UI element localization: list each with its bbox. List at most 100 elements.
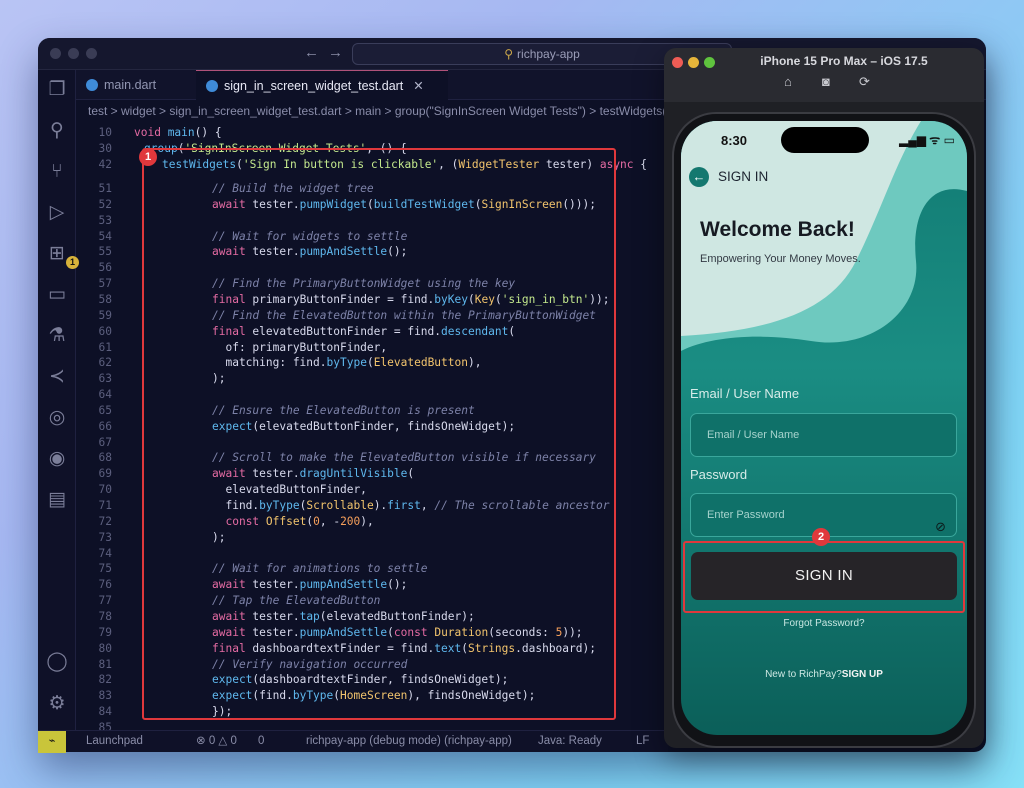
line-number: 84 (98, 705, 112, 719)
line-number: 59 (98, 308, 112, 322)
ports-item[interactable]: 0 (258, 731, 264, 752)
line-number: 55 (98, 245, 112, 259)
line-number: 30 (98, 142, 112, 155)
line-number: 53 (98, 213, 112, 227)
app-screen: 8:30 ▂▄▆ ᯤ ▭ ← SIGN IN Welcome Back! Emp… (681, 121, 967, 735)
line-number: 73 (98, 530, 112, 544)
line-number: 52 (98, 197, 112, 211)
minimize-window-button[interactable] (68, 48, 79, 59)
line-number: 67 (98, 435, 112, 449)
line-number: 69 (98, 467, 112, 481)
account-icon[interactable]: ◯ (45, 650, 69, 674)
sign-up-link[interactable]: SIGN UP (842, 669, 883, 680)
problems-item[interactable]: ⊗ 0 △ 0 (196, 731, 237, 752)
dart-file-icon (86, 79, 98, 91)
screen-title: SIGN IN (718, 169, 769, 184)
launchpad-item[interactable]: Launchpad (86, 731, 143, 752)
password-label: Password (690, 467, 748, 482)
marker-2: 2 (812, 528, 830, 546)
status-bar: ⌁ Launchpad ⊗ 0 △ 0 0 richpay-app (debug… (38, 730, 668, 753)
line-number: 10 (98, 126, 112, 139)
line-number: 64 (98, 388, 112, 402)
close-window-button[interactable] (50, 48, 61, 59)
line-number: 72 (98, 514, 112, 528)
line-number: 76 (98, 578, 112, 592)
breadcrumb[interactable]: test > widget > sign_in_screen_widget_te… (88, 102, 688, 122)
line-number: 62 (98, 356, 112, 370)
activity-bar: ❐ ⚲ ⑂ ▷ ⊞ 1 ▭ ⚗ ≺ ◎ ◉ ▤ ◯ ⚙ (38, 70, 79, 730)
extensions-icon[interactable]: ⊞ 1 (45, 242, 79, 269)
search-icon[interactable]: ⚲ (45, 119, 69, 143)
zoom-window-button[interactable] (86, 48, 97, 59)
button-highlight-box (683, 541, 965, 613)
search-icon: ⚲ (504, 47, 514, 61)
email-label: Email / User Name (690, 386, 800, 401)
marker-1: 1 (139, 148, 157, 166)
email-field[interactable]: Email / User Name (690, 413, 957, 457)
line-number: 58 (98, 292, 112, 306)
line-number: 63 (98, 372, 112, 386)
line-number: 82 (98, 673, 112, 687)
github-icon[interactable]: ◉ (45, 447, 69, 471)
back-arrow-icon[interactable]: ← (304, 44, 319, 61)
welcome-heading: Welcome Back! (700, 218, 855, 241)
line-number: 66 (98, 419, 112, 433)
close-tab-icon[interactable]: ✕ (413, 79, 423, 93)
line-number: 77 (98, 594, 112, 608)
line-number: 71 (98, 499, 112, 512)
dart-file-icon (206, 80, 218, 92)
new-to-text: New to RichPay? (765, 669, 842, 680)
forgot-password-link[interactable]: Forgot Password? (681, 618, 967, 629)
status-time: 8:30 (721, 133, 748, 148)
gitlens-icon[interactable]: ◎ (45, 406, 69, 430)
files-icon[interactable]: ❐ (45, 78, 69, 102)
sim-close-button[interactable] (672, 57, 683, 68)
run-debug-icon[interactable]: ▷ (45, 201, 69, 225)
testing-icon[interactable]: ⚗ (45, 324, 69, 348)
line-number: 57 (98, 277, 112, 291)
simulator-title-bar: iPhone 15 Pro Max – iOS 17.5 ⌂ ◙ ⟳ (664, 48, 984, 102)
screenshot-icon[interactable]: ◙ (822, 74, 830, 89)
line-number: 75 (98, 562, 112, 576)
sim-minimize-button[interactable] (688, 57, 699, 68)
simulator-title: iPhone 15 Pro Max – iOS 17.5 (760, 54, 928, 68)
flutter-icon[interactable]: ≺ (45, 365, 69, 389)
settings-icon[interactable]: ⚙ (45, 692, 69, 716)
code-line: void main() { (134, 126, 222, 139)
java-status-item[interactable]: Java: Ready (538, 731, 602, 752)
line-number: 65 (98, 403, 112, 417)
back-arrow-icon[interactable]: ← (689, 167, 709, 187)
header-wave (681, 121, 967, 351)
folder-icon[interactable]: ▤ (45, 488, 69, 512)
tab-label: main.dart (104, 78, 157, 92)
tab-sign-in-screen-widget-test[interactable]: sign_in_screen_widget_test.dart ✕ (196, 70, 448, 100)
line-number: 81 (98, 657, 112, 671)
line-number: 54 (98, 229, 112, 243)
line-number: 42 (98, 158, 112, 171)
code-highlight-box (142, 148, 616, 720)
line-number: 61 (98, 340, 112, 354)
status-icons: ▂▄▆ ᯤ ▭ (899, 133, 955, 147)
line-number: 51 (98, 182, 112, 195)
debug-session-item[interactable]: richpay-app (debug mode) (richpay-app) (306, 731, 512, 752)
line-number: 78 (98, 609, 112, 623)
tab-main-dart[interactable]: main.dart (76, 70, 186, 100)
line-number: 79 (98, 625, 112, 639)
remote-indicator[interactable]: ⌁ (38, 731, 66, 753)
line-number: 60 (98, 324, 112, 338)
eol-item[interactable]: LF (636, 731, 649, 752)
line-number: 74 (98, 546, 112, 560)
dynamic-island (781, 127, 869, 153)
line-number: 56 (98, 261, 112, 275)
forward-arrow-icon[interactable]: → (328, 44, 343, 61)
command-center-label: richpay-app (517, 47, 580, 61)
email-placeholder: Email / User Name (707, 429, 800, 441)
signup-prompt: New to RichPay?SIGN UP (681, 669, 967, 680)
source-control-icon[interactable]: ⑂ (45, 160, 69, 184)
password-placeholder: Enter Password (707, 509, 785, 521)
home-icon[interactable]: ⌂ (784, 74, 792, 89)
remote-explorer-icon[interactable]: ▭ (45, 283, 69, 307)
tagline: Empowering Your Money Moves. (700, 253, 861, 265)
line-number: 80 (98, 641, 112, 655)
rotate-icon[interactable]: ⟳ (859, 74, 870, 90)
